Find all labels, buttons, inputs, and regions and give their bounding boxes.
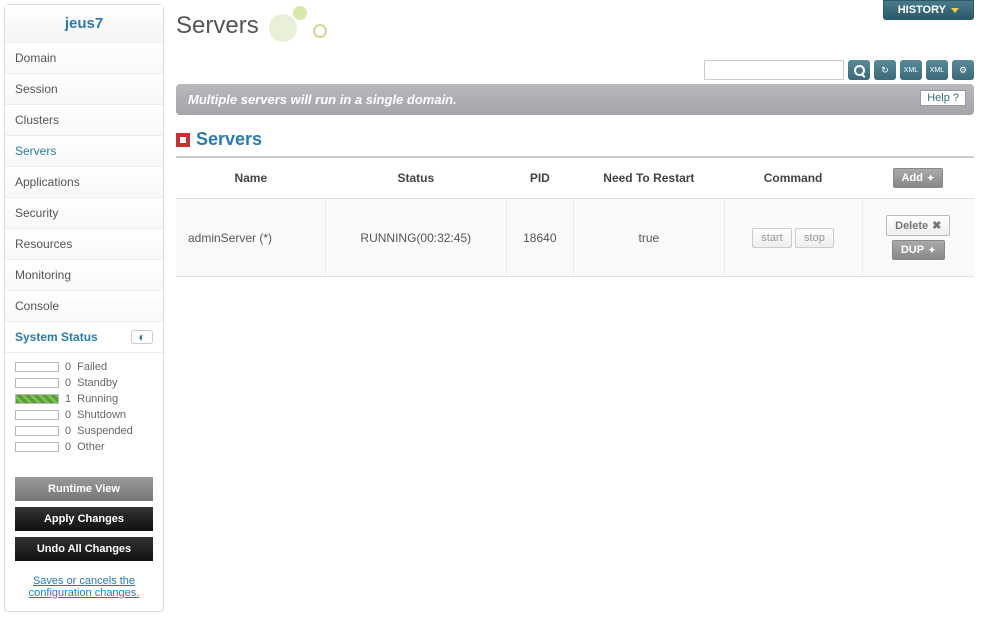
nav-item-security[interactable]: Security bbox=[5, 198, 163, 229]
col-restart: Need To Restart bbox=[574, 158, 724, 199]
help-button[interactable]: Help ? bbox=[920, 90, 966, 106]
cell-pid: 18640 bbox=[506, 199, 574, 277]
settings-button[interactable]: ⚙ bbox=[952, 60, 974, 80]
section-title: Servers bbox=[196, 129, 262, 150]
table-header-row: Name Status PID Need To Restart Command … bbox=[176, 158, 974, 199]
search-input[interactable] bbox=[704, 60, 844, 80]
table-row: adminServer (*) RUNNING(00:32:45) 18640 … bbox=[176, 199, 974, 277]
nav-item-monitoring[interactable]: Monitoring bbox=[5, 260, 163, 291]
page-title: Servers bbox=[176, 12, 259, 40]
import-xml-button[interactable]: XML bbox=[926, 60, 948, 80]
status-other: 0Other bbox=[15, 439, 153, 455]
plus-icon bbox=[927, 172, 935, 184]
nav-item-servers[interactable]: Servers bbox=[5, 136, 163, 167]
nav-item-domain[interactable]: Domain bbox=[5, 43, 163, 74]
search-button[interactable] bbox=[848, 60, 870, 80]
nav-item-console[interactable]: Console bbox=[5, 291, 163, 322]
col-command: Command bbox=[724, 158, 862, 199]
history-label: HISTORY bbox=[898, 4, 946, 16]
cell-command: start stop bbox=[724, 199, 862, 277]
col-pid: PID bbox=[506, 158, 574, 199]
runtime-view-button[interactable]: Runtime View bbox=[15, 477, 153, 501]
upload-icon: XML bbox=[904, 67, 918, 74]
sidebar: jeus7 Domain Session Clusters Servers Ap… bbox=[4, 4, 164, 612]
sidebar-title: jeus7 bbox=[5, 5, 163, 43]
col-actions: Add bbox=[862, 158, 974, 199]
help-icon: ? bbox=[953, 92, 959, 104]
search-icon bbox=[854, 65, 865, 76]
section-icon bbox=[176, 133, 190, 147]
status-shutdown: 0Shutdown bbox=[15, 407, 153, 423]
system-status-label: System Status bbox=[15, 330, 98, 344]
gear-icon: ⚙ bbox=[959, 65, 967, 76]
plus-icon bbox=[928, 244, 936, 256]
cell-actions: Delete ✖ DUP bbox=[862, 199, 974, 277]
trash-icon: ✖ bbox=[932, 219, 941, 232]
decorative-bubbles bbox=[269, 6, 349, 46]
cell-restart: true bbox=[574, 199, 724, 277]
chevron-down-icon bbox=[951, 8, 959, 13]
gauge-icon: ◐ bbox=[131, 330, 153, 344]
refresh-button[interactable]: ↻ bbox=[874, 60, 896, 80]
nav-item-session[interactable]: Session bbox=[5, 74, 163, 105]
status-standby: 0Standby bbox=[15, 375, 153, 391]
status-suspended: 0Suspended bbox=[15, 423, 153, 439]
nav-list: Domain Session Clusters Servers Applicat… bbox=[5, 43, 163, 322]
system-status-header: System Status ◐ bbox=[5, 322, 163, 353]
nav-item-resources[interactable]: Resources bbox=[5, 229, 163, 260]
nav-item-applications[interactable]: Applications bbox=[5, 167, 163, 198]
servers-table: Name Status PID Need To Restart Command … bbox=[176, 158, 974, 277]
info-bar-text: Multiple servers will run in a single do… bbox=[188, 92, 457, 107]
sidebar-note-link[interactable]: Saves or cancels the configuration chang… bbox=[29, 575, 140, 599]
cell-status: RUNNING(00:32:45) bbox=[326, 199, 506, 277]
info-bar: Multiple servers will run in a single do… bbox=[176, 84, 974, 115]
sidebar-note: Saves or cancels the configuration chang… bbox=[5, 571, 163, 611]
status-running: 1Running bbox=[15, 391, 153, 407]
refresh-icon: ↻ bbox=[881, 65, 889, 76]
toolbar: ↻ XML XML ⚙ bbox=[176, 56, 974, 84]
download-icon: XML bbox=[930, 67, 944, 74]
undo-changes-button[interactable]: Undo All Changes bbox=[15, 537, 153, 561]
nav-item-clusters[interactable]: Clusters bbox=[5, 105, 163, 136]
start-button[interactable]: start bbox=[752, 228, 791, 248]
export-xml-button[interactable]: XML bbox=[900, 60, 922, 80]
col-status: Status bbox=[326, 158, 506, 199]
history-button[interactable]: HISTORY bbox=[883, 0, 974, 20]
section-header: Servers bbox=[176, 129, 974, 158]
cell-name: adminServer (*) bbox=[176, 199, 326, 277]
status-list: 0Failed 0Standby 1Running 0Shutdown 0Sus… bbox=[5, 353, 163, 467]
delete-button[interactable]: Delete ✖ bbox=[886, 215, 950, 236]
apply-changes-button[interactable]: Apply Changes bbox=[15, 507, 153, 531]
dup-button[interactable]: DUP bbox=[892, 240, 945, 260]
page-header: Servers bbox=[176, 0, 974, 56]
status-failed: 0Failed bbox=[15, 359, 153, 375]
main-content: HISTORY Servers ↻ XML XML ⚙ Multiple ser… bbox=[168, 0, 982, 616]
stop-button[interactable]: stop bbox=[795, 228, 834, 248]
col-name: Name bbox=[176, 158, 326, 199]
sidebar-buttons: Runtime View Apply Changes Undo All Chan… bbox=[5, 467, 163, 571]
add-button[interactable]: Add bbox=[893, 168, 944, 188]
